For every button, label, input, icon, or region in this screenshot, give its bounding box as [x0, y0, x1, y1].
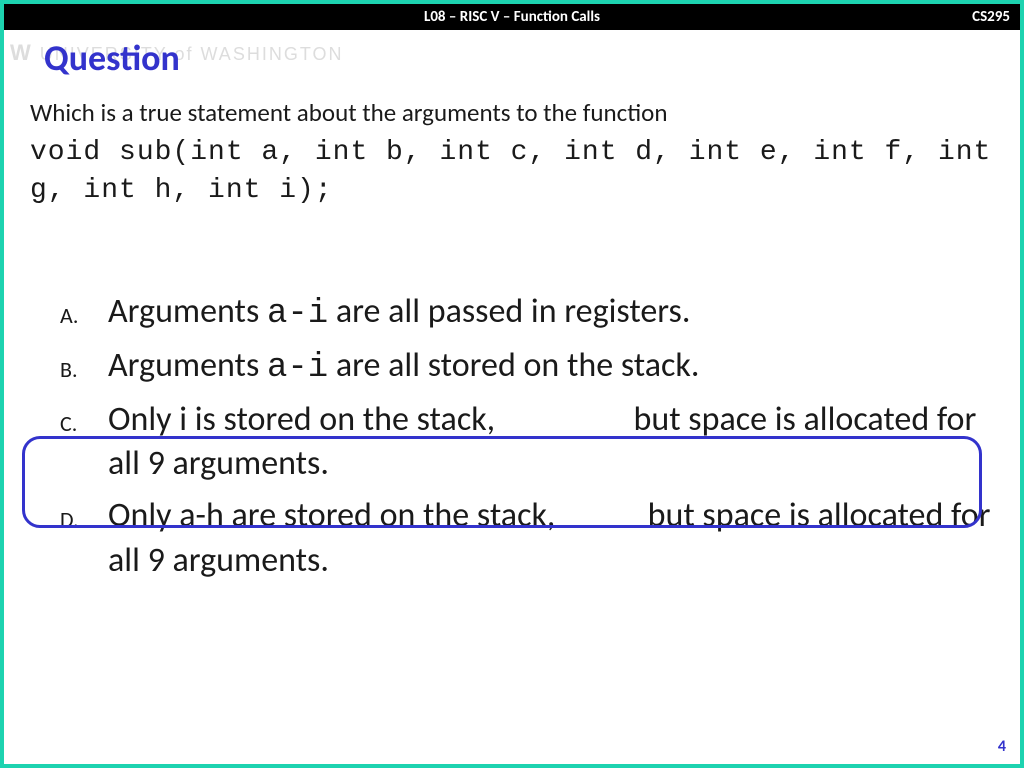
option-d: D. Only a-h are stored on the stack, but…	[60, 494, 994, 582]
header-bar: L08 – RISC V – Function Calls CS295	[4, 4, 1020, 30]
option-b: B. Arguments a-i are all stored on the s…	[60, 344, 994, 390]
page-number: 4	[998, 737, 1006, 756]
course-code: CS295	[972, 8, 1010, 26]
lecture-title: L08 – RISC V – Function Calls	[424, 8, 600, 26]
slide-content: Question Which is a true statement about…	[4, 30, 1020, 583]
option-text: Only a-h are stored on the stack, but sp…	[108, 494, 994, 582]
option-text: Arguments a-i are all stored on the stac…	[108, 344, 994, 390]
slide-title: Question	[44, 36, 994, 80]
question-intro: Which is a true statement about the argu…	[30, 98, 994, 128]
option-text: Arguments a-i are all passed in register…	[108, 290, 994, 336]
option-c: C. Only i is stored on the stack, but sp…	[60, 398, 994, 486]
answer-options: A. Arguments a-i are all passed in regis…	[30, 290, 994, 583]
option-a: A. Arguments a-i are all passed in regis…	[60, 290, 994, 336]
option-text: Only i is stored on the stack, but space…	[108, 398, 994, 486]
option-letter: B.	[60, 344, 108, 383]
option-letter: D.	[60, 494, 108, 533]
function-signature: void sub(int a, int b, int c, int d, int…	[30, 134, 994, 210]
option-letter: C.	[60, 398, 108, 437]
option-letter: A.	[60, 290, 108, 329]
